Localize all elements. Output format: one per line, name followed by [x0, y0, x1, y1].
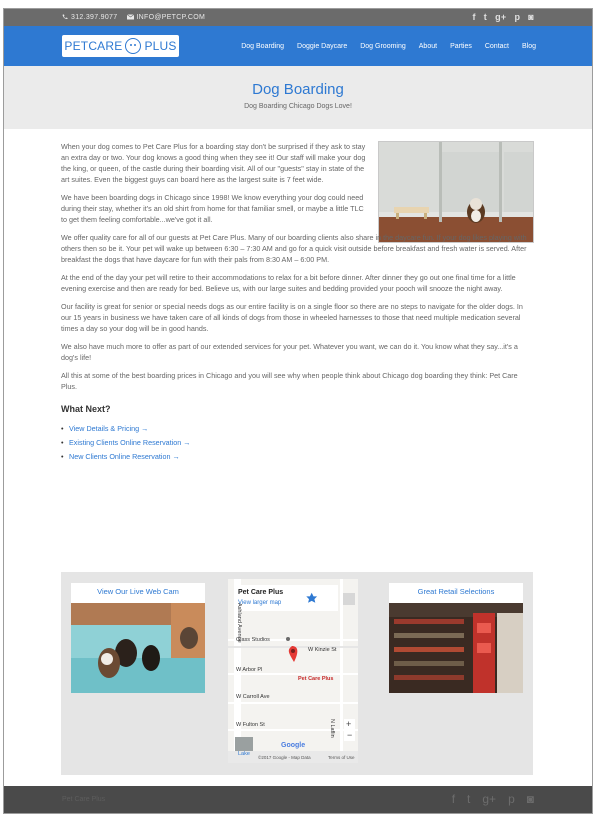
nav-doggie-daycare[interactable]: Doggie Daycare — [297, 43, 347, 50]
main-nav: Dog Boarding Doggie Daycare Dog Grooming… — [241, 43, 536, 50]
paragraph-quality-care: We offer quality care for all of our gue… — [61, 233, 527, 264]
phone-icon — [62, 14, 68, 20]
list-item: New Clients Online Reservation → — [61, 451, 534, 462]
instagram-icon[interactable]: ◙ — [528, 12, 534, 22]
site-header: PETCARE PLUS Dog Boarding Doggie Daycare… — [4, 26, 592, 66]
retail-image[interactable] — [389, 603, 523, 693]
paragraph-senior-dogs: Our facility is great for senior or spec… — [61, 302, 523, 333]
what-next-heading: What Next? — [61, 404, 111, 414]
nav-blog[interactable]: Blog — [522, 43, 536, 50]
site-footer: Pet Care Plus f t g+ p ◙ — [4, 786, 592, 813]
map-marker-label: Pet Care Plus — [298, 676, 334, 682]
browser-frame: 312.397.9077 INFO@PETCP.COM f t g+ p ◙ P… — [3, 8, 593, 814]
paragraph-extended-services: We also have much more to offer as part … — [61, 342, 518, 362]
google-plus-icon[interactable]: g+ — [482, 792, 496, 806]
facebook-icon[interactable]: f — [472, 12, 475, 22]
nav-contact[interactable]: Contact — [485, 43, 509, 50]
existing-clients-reservation-link[interactable]: Existing Clients Online Reservation → — [69, 438, 190, 447]
retail-title[interactable]: Great Retail Selections — [389, 587, 523, 596]
dog-logo-icon — [125, 38, 142, 54]
main-content: When your dog comes to Pet Care Plus for… — [61, 141, 534, 465]
nav-dog-grooming[interactable]: Dog Grooming — [360, 43, 406, 50]
map-label-lake: Lake — [238, 751, 250, 757]
envelope-icon — [127, 14, 135, 20]
map-label-ashland: Ashland Avenue — [236, 603, 242, 643]
map-label-kinzie: W Kinzie St — [308, 647, 337, 653]
top-bar: 312.397.9077 INFO@PETCP.COM f t g+ p ◙ — [4, 9, 592, 26]
pinterest-icon[interactable]: p — [508, 792, 515, 806]
google-map[interactable]: Pet Care Plus View larger map Glass Stud… — [228, 579, 358, 763]
list-item: View Details & Pricing → — [61, 423, 534, 434]
top-social-icons: f t g+ p ◙ — [472, 12, 534, 22]
twitter-icon[interactable]: t — [467, 792, 470, 806]
instagram-icon[interactable]: ◙ — [527, 792, 534, 806]
webcam-widget[interactable]: View Our Live Web Cam — [71, 583, 205, 693]
phone-link[interactable]: 312.397.9077 — [62, 14, 117, 21]
footer-social-icons: f t g+ p ◙ — [452, 792, 534, 806]
map-copyright: ©2017 Google - Map Data — [258, 755, 311, 760]
site-logo[interactable]: PETCARE PLUS — [62, 35, 179, 57]
footer-credit: Pet Care Plus — [62, 796, 106, 803]
email-text: INFO@PETCP.COM — [136, 14, 206, 21]
nav-dog-boarding[interactable]: Dog Boarding — [241, 43, 284, 50]
widgets-section: View Our Live Web Cam Pet Care Plus View… — [61, 572, 533, 775]
paragraph-intro: When your dog comes to Pet Care Plus for… — [61, 142, 366, 184]
page-title-band: Dog Boarding Dog Boarding Chicago Dogs L… — [4, 66, 592, 129]
google-logo: Google — [281, 742, 306, 749]
email-link[interactable]: INFO@PETCP.COM — [127, 14, 205, 21]
view-larger-map-link[interactable]: View larger map — [238, 600, 281, 606]
details-pricing-link[interactable]: View Details & Pricing → — [69, 424, 148, 433]
list-item: Existing Clients Online Reservation → — [61, 437, 534, 448]
page-title: Dog Boarding — [252, 81, 344, 98]
zoom-in-button[interactable]: + — [346, 719, 351, 729]
paragraph-evening: At the end of the day your pet will reti… — [61, 273, 516, 293]
webcam-image[interactable] — [71, 603, 205, 693]
map-label-arbor: W Arbor Pl — [236, 667, 263, 673]
map-label-laflin: N Laflin — [329, 719, 335, 738]
pinterest-icon[interactable]: p — [514, 12, 520, 22]
next-links-list: View Details & Pricing → Existing Client… — [61, 423, 534, 462]
paragraph-history: We have been boarding dogs in Chicago si… — [61, 193, 364, 224]
map-label-fulton: W Fulton St — [236, 722, 265, 728]
retail-widget[interactable]: Great Retail Selections — [389, 583, 523, 693]
logo-text-left: PETCARE — [64, 39, 123, 53]
zoom-out-button[interactable]: − — [347, 730, 352, 740]
google-plus-icon[interactable]: g+ — [495, 12, 506, 22]
page-subtitle: Dog Boarding Chicago Dogs Love! — [244, 103, 352, 110]
nav-parties[interactable]: Parties — [450, 43, 472, 50]
facebook-icon[interactable]: f — [452, 792, 455, 806]
new-clients-reservation-link[interactable]: New Clients Online Reservation → — [69, 452, 180, 461]
contact-info: 312.397.9077 INFO@PETCP.COM — [62, 14, 205, 21]
paragraph-prices: All this at some of the best boarding pr… — [61, 371, 518, 391]
twitter-icon[interactable]: t — [484, 12, 487, 22]
map-place-name: Pet Care Plus — [238, 589, 284, 596]
map-label-carroll: W Carroll Ave — [236, 694, 270, 700]
webcam-title[interactable]: View Our Live Web Cam — [71, 587, 205, 596]
map-terms-link[interactable]: Terms of Use — [328, 755, 355, 760]
nav-about[interactable]: About — [419, 43, 437, 50]
phone-text: 312.397.9077 — [71, 14, 118, 21]
logo-text-right: PLUS — [144, 39, 177, 53]
